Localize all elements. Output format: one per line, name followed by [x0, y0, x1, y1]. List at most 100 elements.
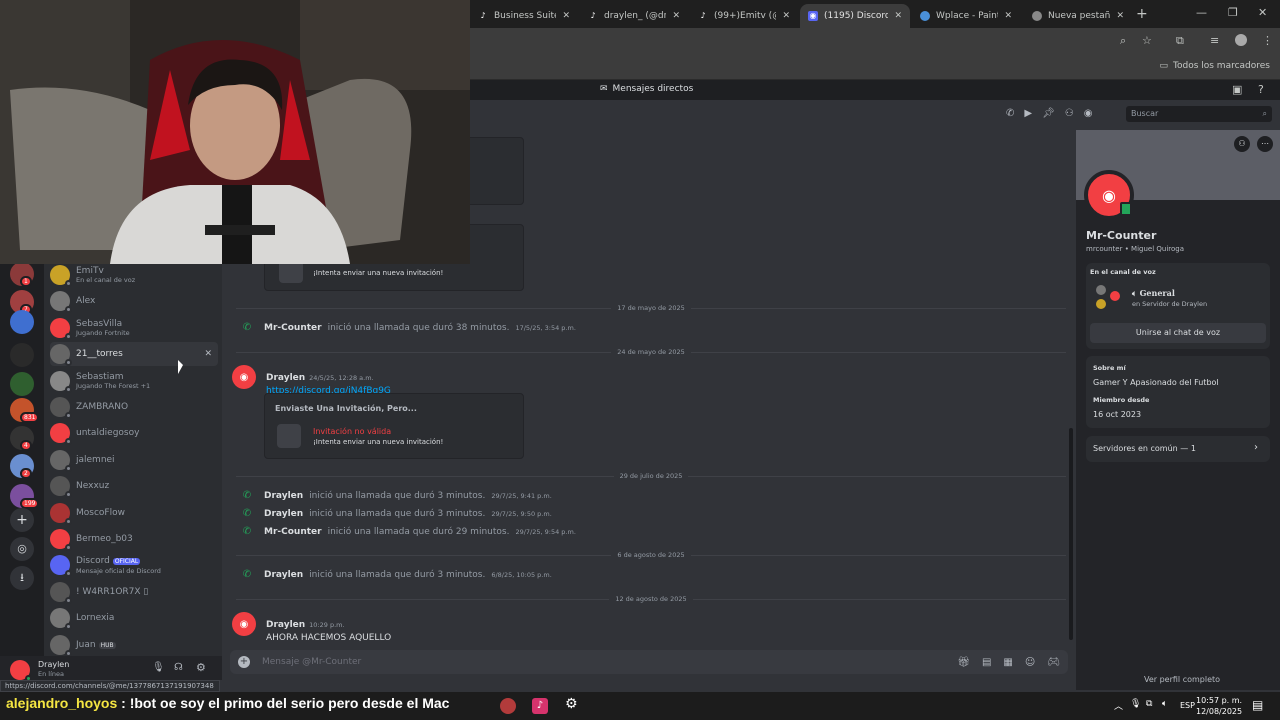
- dm-item[interactable]: Alex: [50, 289, 218, 313]
- attach-plus-icon[interactable]: +: [238, 656, 250, 668]
- search-input[interactable]: Buscar ⌕: [1126, 106, 1272, 122]
- tray-mic-icon[interactable]: 🎙︎: [1130, 699, 1141, 709]
- dm-item[interactable]: 21__torres ✕: [50, 342, 218, 366]
- settings-gear-icon[interactable]: ⚙: [565, 696, 578, 712]
- help-icon[interactable]: ?: [1258, 83, 1264, 96]
- notifications-icon[interactable]: ▤: [1252, 698, 1263, 712]
- avatar[interactable]: ◉: [232, 365, 256, 389]
- tab-business-suite[interactable]: ♪ Business Suite | T ✕: [470, 4, 578, 28]
- close-window-icon[interactable]: ✕: [1258, 6, 1267, 19]
- server-icon[interactable]: [10, 372, 34, 396]
- add-friend-icon[interactable]: ⚇: [1234, 136, 1250, 152]
- message-composer[interactable]: + Mensaje @Mr-Counter 🎁︎ ▤ ▦ ☺ 🎮︎: [230, 650, 1068, 674]
- close-tab-icon[interactable]: ✕: [1004, 11, 1012, 21]
- new-tab-button[interactable]: +: [1136, 6, 1148, 22]
- avatar[interactable]: ◉: [232, 612, 256, 636]
- tiktok-icon: ♪: [590, 11, 596, 20]
- activities-icon[interactable]: 🎮︎: [1047, 657, 1060, 668]
- pinned-messages-icon[interactable]: 📌︎: [1042, 108, 1055, 119]
- tab-emitv-tiktok[interactable]: ♪ (99+)Emitv (@em ✕: [690, 4, 798, 28]
- avatar[interactable]: ◉: [1084, 170, 1134, 220]
- close-tab-icon[interactable]: ✕: [782, 11, 790, 21]
- gif-icon[interactable]: ▤: [982, 657, 991, 668]
- status-indicator: [65, 491, 72, 498]
- tab-new-tab[interactable]: Nueva pestaña ✕: [1024, 4, 1132, 28]
- view-full-profile-link[interactable]: Ver perfil completo: [1144, 675, 1220, 684]
- add-server-button[interactable]: +: [10, 508, 34, 532]
- menu-kebab-icon[interactable]: ⋮: [1262, 34, 1273, 47]
- tab-discord[interactable]: ◉ (1195) Discord | @ ✕: [800, 4, 910, 28]
- message-input-placeholder[interactable]: Mensaje @Mr-Counter: [262, 657, 361, 667]
- tab-draylen-tiktok[interactable]: ♪ draylen_ (@dray ✕: [580, 4, 688, 28]
- tray-chevron-up-icon[interactable]: ︿: [1114, 699, 1123, 712]
- dm-item[interactable]: ! W4RR1OR7X ▯: [50, 580, 218, 604]
- add-friends-to-dm-icon[interactable]: ⚇: [1065, 108, 1074, 119]
- phone-icon: ✆: [242, 526, 252, 537]
- dm-name: Discord OFICIAL: [76, 555, 141, 566]
- taskbar-clock[interactable]: 10:57 p. m. 12/08/2025: [1196, 695, 1242, 717]
- dm-item[interactable]: MoscoFlow: [50, 501, 218, 525]
- emoji-icon[interactable]: ☺: [1025, 657, 1035, 668]
- profile-avatar-icon[interactable]: [1235, 34, 1247, 46]
- dm-item[interactable]: untaldiegosoy: [50, 421, 218, 445]
- dm-item[interactable]: Nexxuz: [50, 474, 218, 498]
- avatar[interactable]: [10, 660, 32, 682]
- extensions-icon[interactable]: ⧉: [1176, 34, 1184, 48]
- tiktok-app-icon[interactable]: ♪: [532, 698, 548, 714]
- tab-wplace[interactable]: Wplace - Paint th ✕: [912, 4, 1020, 28]
- dm-item[interactable]: Juan HUB: [50, 633, 218, 657]
- tiktok-icon: ♪: [480, 11, 486, 20]
- user-name[interactable]: Draylen: [38, 660, 69, 669]
- headphones-icon[interactable]: ☊: [174, 662, 183, 673]
- avatar: [50, 265, 72, 287]
- close-tab-icon[interactable]: ✕: [1116, 11, 1124, 21]
- close-tab-icon[interactable]: ✕: [672, 11, 680, 21]
- user-settings-gear-icon[interactable]: ⚙: [196, 661, 206, 674]
- server-icon[interactable]: [10, 310, 34, 334]
- minimize-icon[interactable]: —: [1196, 6, 1207, 19]
- video-call-icon[interactable]: ▶: [1024, 108, 1032, 119]
- dm-name: Lornexia: [76, 613, 115, 623]
- server-icon[interactable]: [10, 343, 34, 367]
- dm-name: Juan HUB: [76, 639, 116, 650]
- broken-invite-icon: [277, 424, 301, 448]
- user-profile-toggle-icon[interactable]: ◉: [1084, 108, 1093, 119]
- dm-name: SebasVilla: [76, 319, 123, 329]
- volume-icon[interactable]: 🔈︎: [1162, 699, 1167, 709]
- dm-item[interactable]: jalemnei: [50, 448, 218, 472]
- inbox-icon[interactable]: ▣: [1232, 83, 1242, 96]
- bookmark-star-icon[interactable]: ☆: [1142, 34, 1152, 47]
- close-tab-icon[interactable]: ✕: [894, 11, 902, 21]
- download-apps-icon[interactable]: ⭳: [10, 566, 34, 590]
- tray-network-icon[interactable]: ⧉: [1146, 699, 1152, 709]
- dm-item[interactable]: Discord OFICIAL Mensaje oficial de Discord: [50, 553, 218, 577]
- common-servers-button[interactable]: Servidores en común — 1 ›: [1086, 436, 1270, 462]
- close-tab-icon[interactable]: ✕: [562, 11, 570, 21]
- dm-item[interactable]: SebasVilla Jugando Fortnite: [50, 316, 218, 340]
- all-bookmarks-button[interactable]: ▭ Todos los marcadores: [1159, 61, 1270, 71]
- gift-icon[interactable]: 🎁︎: [957, 657, 970, 668]
- dm-item[interactable]: EmiTv En el canal de voz: [50, 263, 218, 287]
- date-divider: 17 de mayo de 2025: [236, 303, 1066, 313]
- zoom-icon[interactable]: ⌕: [1120, 34, 1126, 48]
- obs-icon[interactable]: [500, 698, 516, 714]
- explore-servers-icon[interactable]: ◎: [10, 537, 34, 561]
- avatar: [50, 397, 72, 419]
- dm-item[interactable]: Lornexia: [50, 606, 218, 630]
- status-indicator: [65, 438, 72, 445]
- language-indicator[interactable]: ESP: [1180, 701, 1195, 710]
- join-voice-button[interactable]: Unirse al chat de voz: [1090, 323, 1266, 343]
- sticker-icon[interactable]: ▦: [1003, 657, 1012, 668]
- chat-scrollbar[interactable]: [1069, 428, 1073, 640]
- profile-display-name: Mr-Counter: [1086, 229, 1157, 242]
- dm-item[interactable]: Bermeo_b03: [50, 527, 218, 551]
- media-control-icon[interactable]: ≡: [1210, 34, 1219, 47]
- more-options-icon[interactable]: ⋯: [1257, 136, 1273, 152]
- close-dm-icon[interactable]: ✕: [204, 349, 212, 359]
- dm-item[interactable]: ZAMBRANO: [50, 395, 218, 419]
- microphone-icon[interactable]: 🎙︎: [152, 662, 165, 673]
- speaker-icon: 🔈︎: [1132, 288, 1140, 298]
- voice-call-icon[interactable]: ✆: [1006, 108, 1014, 119]
- dm-item[interactable]: Sebastiam Jugando The Forest +1: [50, 369, 218, 393]
- restore-icon[interactable]: ❐: [1228, 6, 1238, 19]
